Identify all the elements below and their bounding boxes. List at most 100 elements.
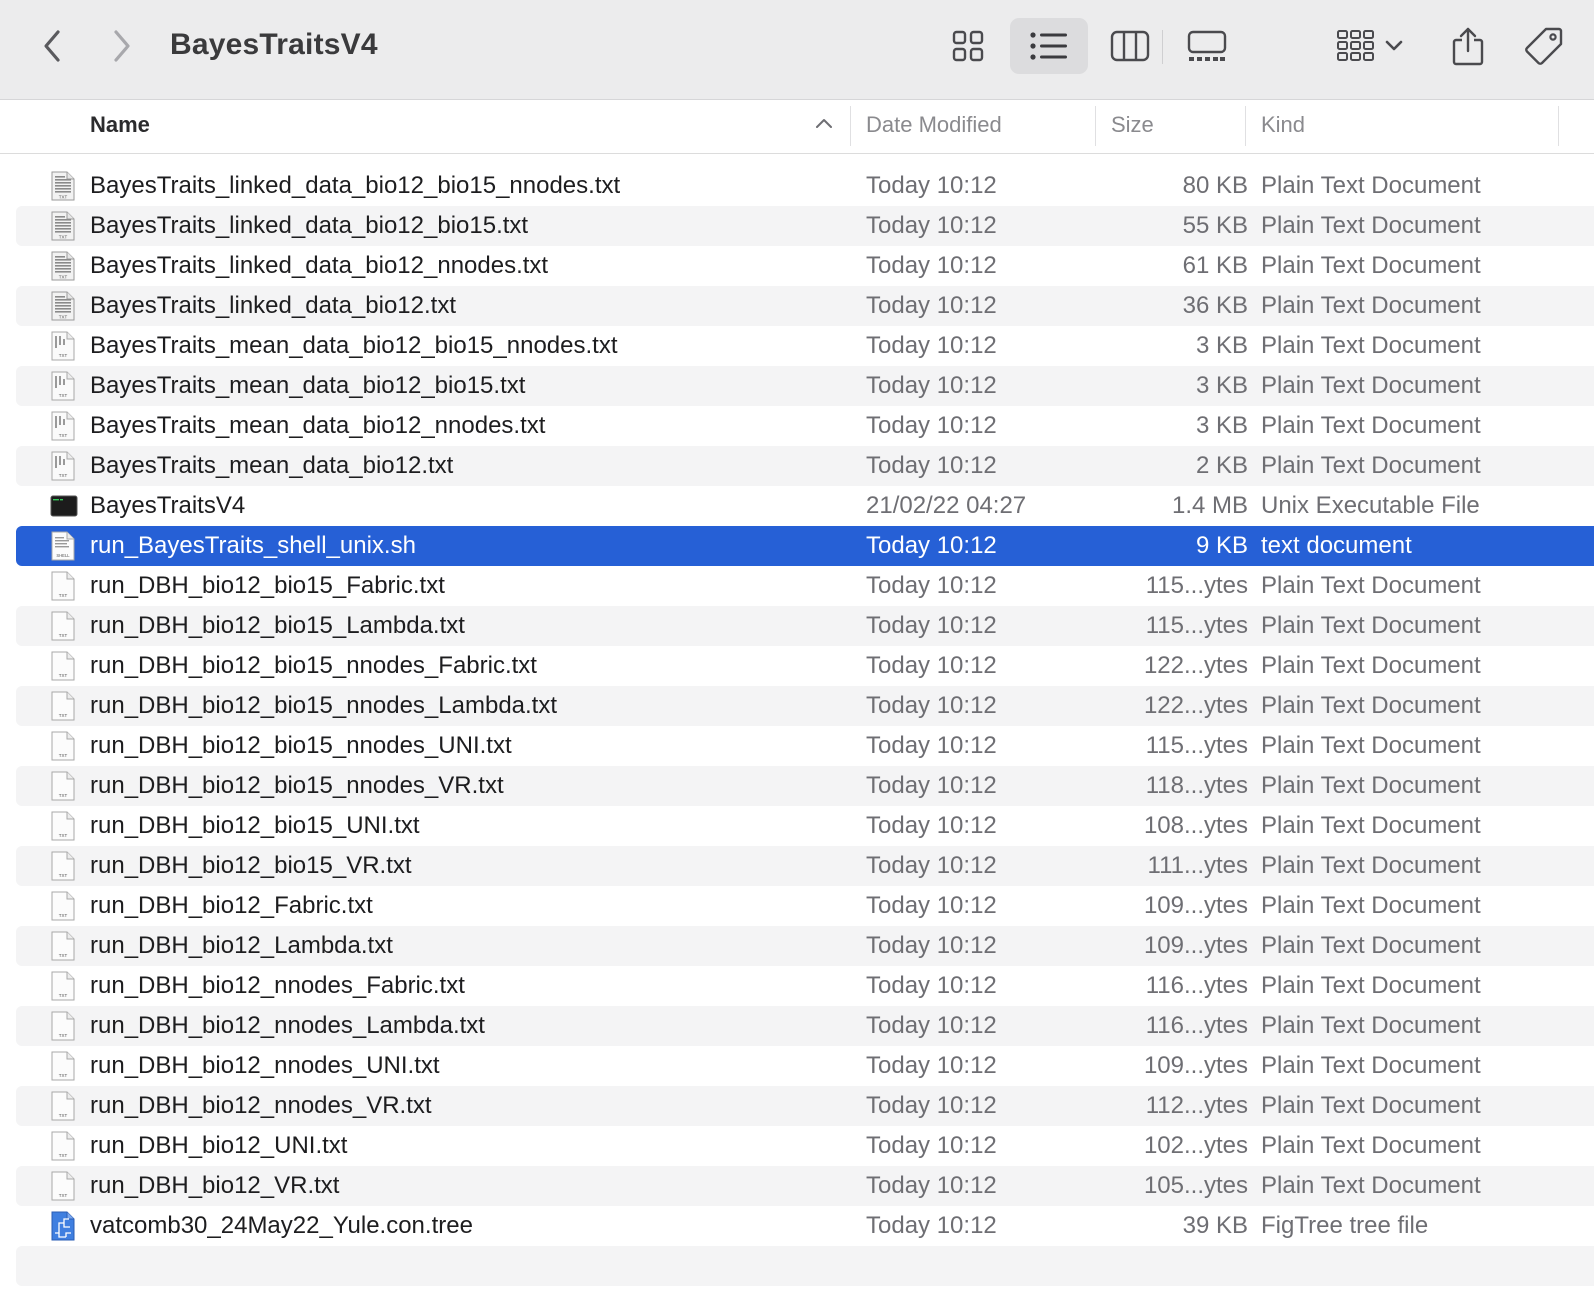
column-name[interactable]: Name	[90, 112, 150, 138]
sort-ascending-icon[interactable]	[815, 116, 833, 130]
text-file-icon: TXT	[50, 251, 78, 281]
file-row[interactable]: TXT BayesTraits_mean_data_bio12_bio15_nno…	[16, 326, 1594, 366]
share-button[interactable]	[1440, 18, 1496, 74]
file-size: 108...ytes	[1143, 812, 1248, 839]
file-size: 105...ytes	[1143, 1172, 1248, 1199]
file-size: 3 KB	[1195, 372, 1248, 399]
file-date-modified: Today 10:12	[866, 692, 997, 719]
text-file-icon: TXT	[50, 331, 78, 361]
file-date-modified: Today 10:12	[866, 812, 997, 839]
column-kind[interactable]: Kind	[1261, 112, 1305, 138]
chevron-down-icon	[1385, 40, 1403, 51]
chevron-left-icon	[44, 30, 60, 62]
file-date-modified: Today 10:12	[866, 252, 997, 279]
file-row[interactable]: TXT BayesTraits_linked_data_bio12_bio15.t…	[16, 206, 1594, 246]
file-size: 9 KB	[1195, 532, 1248, 559]
file-row[interactable]: TXT run_DBH_bio12_bio15_Fabric.txt Today 1…	[16, 566, 1594, 606]
svg-text:TXT: TXT	[59, 1033, 68, 1038]
file-date-modified: Today 10:12	[866, 292, 997, 319]
toolbar: BayesTraitsV4	[0, 0, 1594, 100]
text-file-icon: TXT	[50, 371, 78, 401]
file-date-modified: Today 10:12	[866, 1092, 997, 1119]
gallery-view-button[interactable]	[1172, 18, 1242, 74]
svg-text:TXT: TXT	[59, 833, 68, 838]
file-row[interactable]: TXT run_DBH_bio12_Lambda.txt Today 10:12 10…	[16, 926, 1594, 966]
file-kind: Plain Text Document	[1261, 612, 1481, 639]
file-row[interactable]: TXT run_DBH_bio12_bio15_nnodes_UNI.txt Tod…	[16, 726, 1594, 766]
file-name: BayesTraits_linked_data_bio12_bio15.txt	[90, 212, 529, 239]
file-row[interactable]: TXT run_DBH_bio12_bio15_Lambda.txt Today 1…	[16, 606, 1594, 646]
column-date-modified[interactable]: Date Modified	[866, 112, 1002, 138]
file-name: run_BayesTraits_shell_unix.sh	[90, 532, 416, 559]
svg-text:TXT: TXT	[59, 1153, 68, 1158]
file-row[interactable]: TXT BayesTraits_mean_data_bio12_bio15.txt…	[16, 366, 1594, 406]
file-row[interactable]: BayesTraitsV4 21/02/22 04:27 1.4 MB Unix Ex…	[16, 486, 1594, 526]
file-row[interactable]: vatcomb30_24May22_Yule.con.tree Today 10:…	[16, 1206, 1594, 1246]
file-row[interactable]: TXT run_DBH_bio12_nnodes_UNI.txt Today 10:…	[16, 1046, 1594, 1086]
file-row[interactable]: TXT BayesTraits_mean_data_bio12_nnodes.tx…	[16, 406, 1594, 446]
chevron-right-icon	[114, 30, 130, 62]
file-name: BayesTraitsV4	[90, 492, 246, 519]
file-row[interactable]: TXT run_DBH_bio12_VR.txt Today 10:12 105...…	[16, 1166, 1594, 1206]
svg-text:TXT: TXT	[59, 793, 68, 798]
file-size: 115...ytes	[1145, 612, 1248, 639]
text-file-icon: TXT	[50, 211, 78, 241]
text-file-icon: TXT	[50, 771, 78, 801]
column-size[interactable]: Size	[1111, 112, 1154, 138]
file-row[interactable]: TXT BayesTraits_linked_data_bio12.txt Toda…	[16, 286, 1594, 326]
forward-button[interactable]	[100, 24, 144, 68]
file-row[interactable]: TXT BayesTraits_mean_data_bio12.txt Today …	[16, 446, 1594, 486]
file-kind: Plain Text Document	[1261, 372, 1481, 399]
file-row[interactable]: TXT run_DBH_bio12_bio15_UNI.txt Today 10:1…	[16, 806, 1594, 846]
file-name: run_DBH_bio12_bio15_nnodes_UNI.txt	[90, 732, 512, 759]
file-size: 116...ytes	[1145, 972, 1248, 999]
file-row[interactable]: TXT run_DBH_bio12_bio15_nnodes_Lambda.txt…	[16, 686, 1594, 726]
svg-text:TXT: TXT	[59, 713, 68, 718]
file-size: 102...ytes	[1143, 1132, 1248, 1159]
file-row[interactable]: TXT run_DBH_bio12_bio15_VR.txt Today 10:12…	[16, 846, 1594, 886]
file-row[interactable]: TXT run_DBH_bio12_UNI.txt Today 10:12 102..…	[16, 1126, 1594, 1166]
group-by-button[interactable]	[1325, 18, 1415, 74]
file-kind: FigTree tree file	[1261, 1212, 1429, 1239]
file-row[interactable]: TXT BayesTraits_linked_data_bio12_nnodes.…	[16, 246, 1594, 286]
file-row[interactable]: TXT run_DBH_bio12_nnodes_Fabric.txt Today …	[16, 966, 1594, 1006]
file-size: 109...ytes	[1143, 932, 1248, 959]
file-row[interactable]: TXT run_DBH_bio12_bio15_nnodes_Fabric.txt…	[16, 646, 1594, 686]
column-divider[interactable]	[1558, 106, 1559, 146]
file-row[interactable]: TXT run_DBH_bio12_bio15_nnodes_VR.txt Toda…	[16, 766, 1594, 806]
file-row[interactable]: TXT run_DBH_bio12_nnodes_VR.txt Today 10:1…	[16, 1086, 1594, 1126]
list-icon	[1030, 32, 1067, 60]
svg-text:TXT: TXT	[59, 393, 68, 398]
file-kind: Plain Text Document	[1261, 292, 1481, 319]
file-date-modified: Today 10:12	[866, 732, 997, 759]
text-file-icon: TXT	[50, 811, 78, 841]
file-row[interactable]: TXT run_DBH_bio12_Fabric.txt Today 10:12 10…	[16, 886, 1594, 926]
file-kind: Plain Text Document	[1261, 572, 1481, 599]
column-divider[interactable]	[1095, 106, 1096, 146]
column-divider[interactable]	[1245, 106, 1246, 146]
empty-row	[16, 1246, 1594, 1286]
file-row[interactable]: SHELL run_BayesTraits_shell_unix.sh Today …	[16, 526, 1594, 566]
file-row[interactable]: TXT BayesTraits_linked_data_bio12_bio15_n…	[16, 166, 1594, 206]
column-view-button[interactable]	[1100, 18, 1160, 74]
file-name: run_DBH_bio12_nnodes_VR.txt	[90, 1092, 432, 1119]
file-name: BayesTraits_linked_data_bio12_nnodes.txt	[90, 252, 549, 279]
file-name: run_DBH_bio12_bio15_nnodes_Fabric.txt	[90, 652, 537, 679]
file-size: 116...ytes	[1145, 1012, 1248, 1039]
svg-text:TXT: TXT	[59, 673, 68, 678]
file-name: run_DBH_bio12_bio15_nnodes_Lambda.txt	[90, 692, 558, 719]
back-button[interactable]	[30, 24, 74, 68]
file-size: 3 KB	[1195, 332, 1248, 359]
file-date-modified: Today 10:12	[866, 852, 997, 879]
svg-text:TXT: TXT	[59, 275, 68, 280]
file-row[interactable]: TXT run_DBH_bio12_nnodes_Lambda.txt Today …	[16, 1006, 1594, 1046]
icon-view-button[interactable]	[938, 18, 998, 74]
group-icon	[1337, 30, 1374, 61]
column-divider[interactable]	[850, 106, 851, 146]
file-date-modified: Today 10:12	[866, 372, 997, 399]
list-view-button[interactable]	[1010, 18, 1088, 74]
file-size: 109...ytes	[1143, 1052, 1248, 1079]
text-file-icon: TXT	[50, 411, 78, 441]
tag-button[interactable]	[1516, 18, 1572, 74]
text-file-icon: TXT	[50, 691, 78, 721]
